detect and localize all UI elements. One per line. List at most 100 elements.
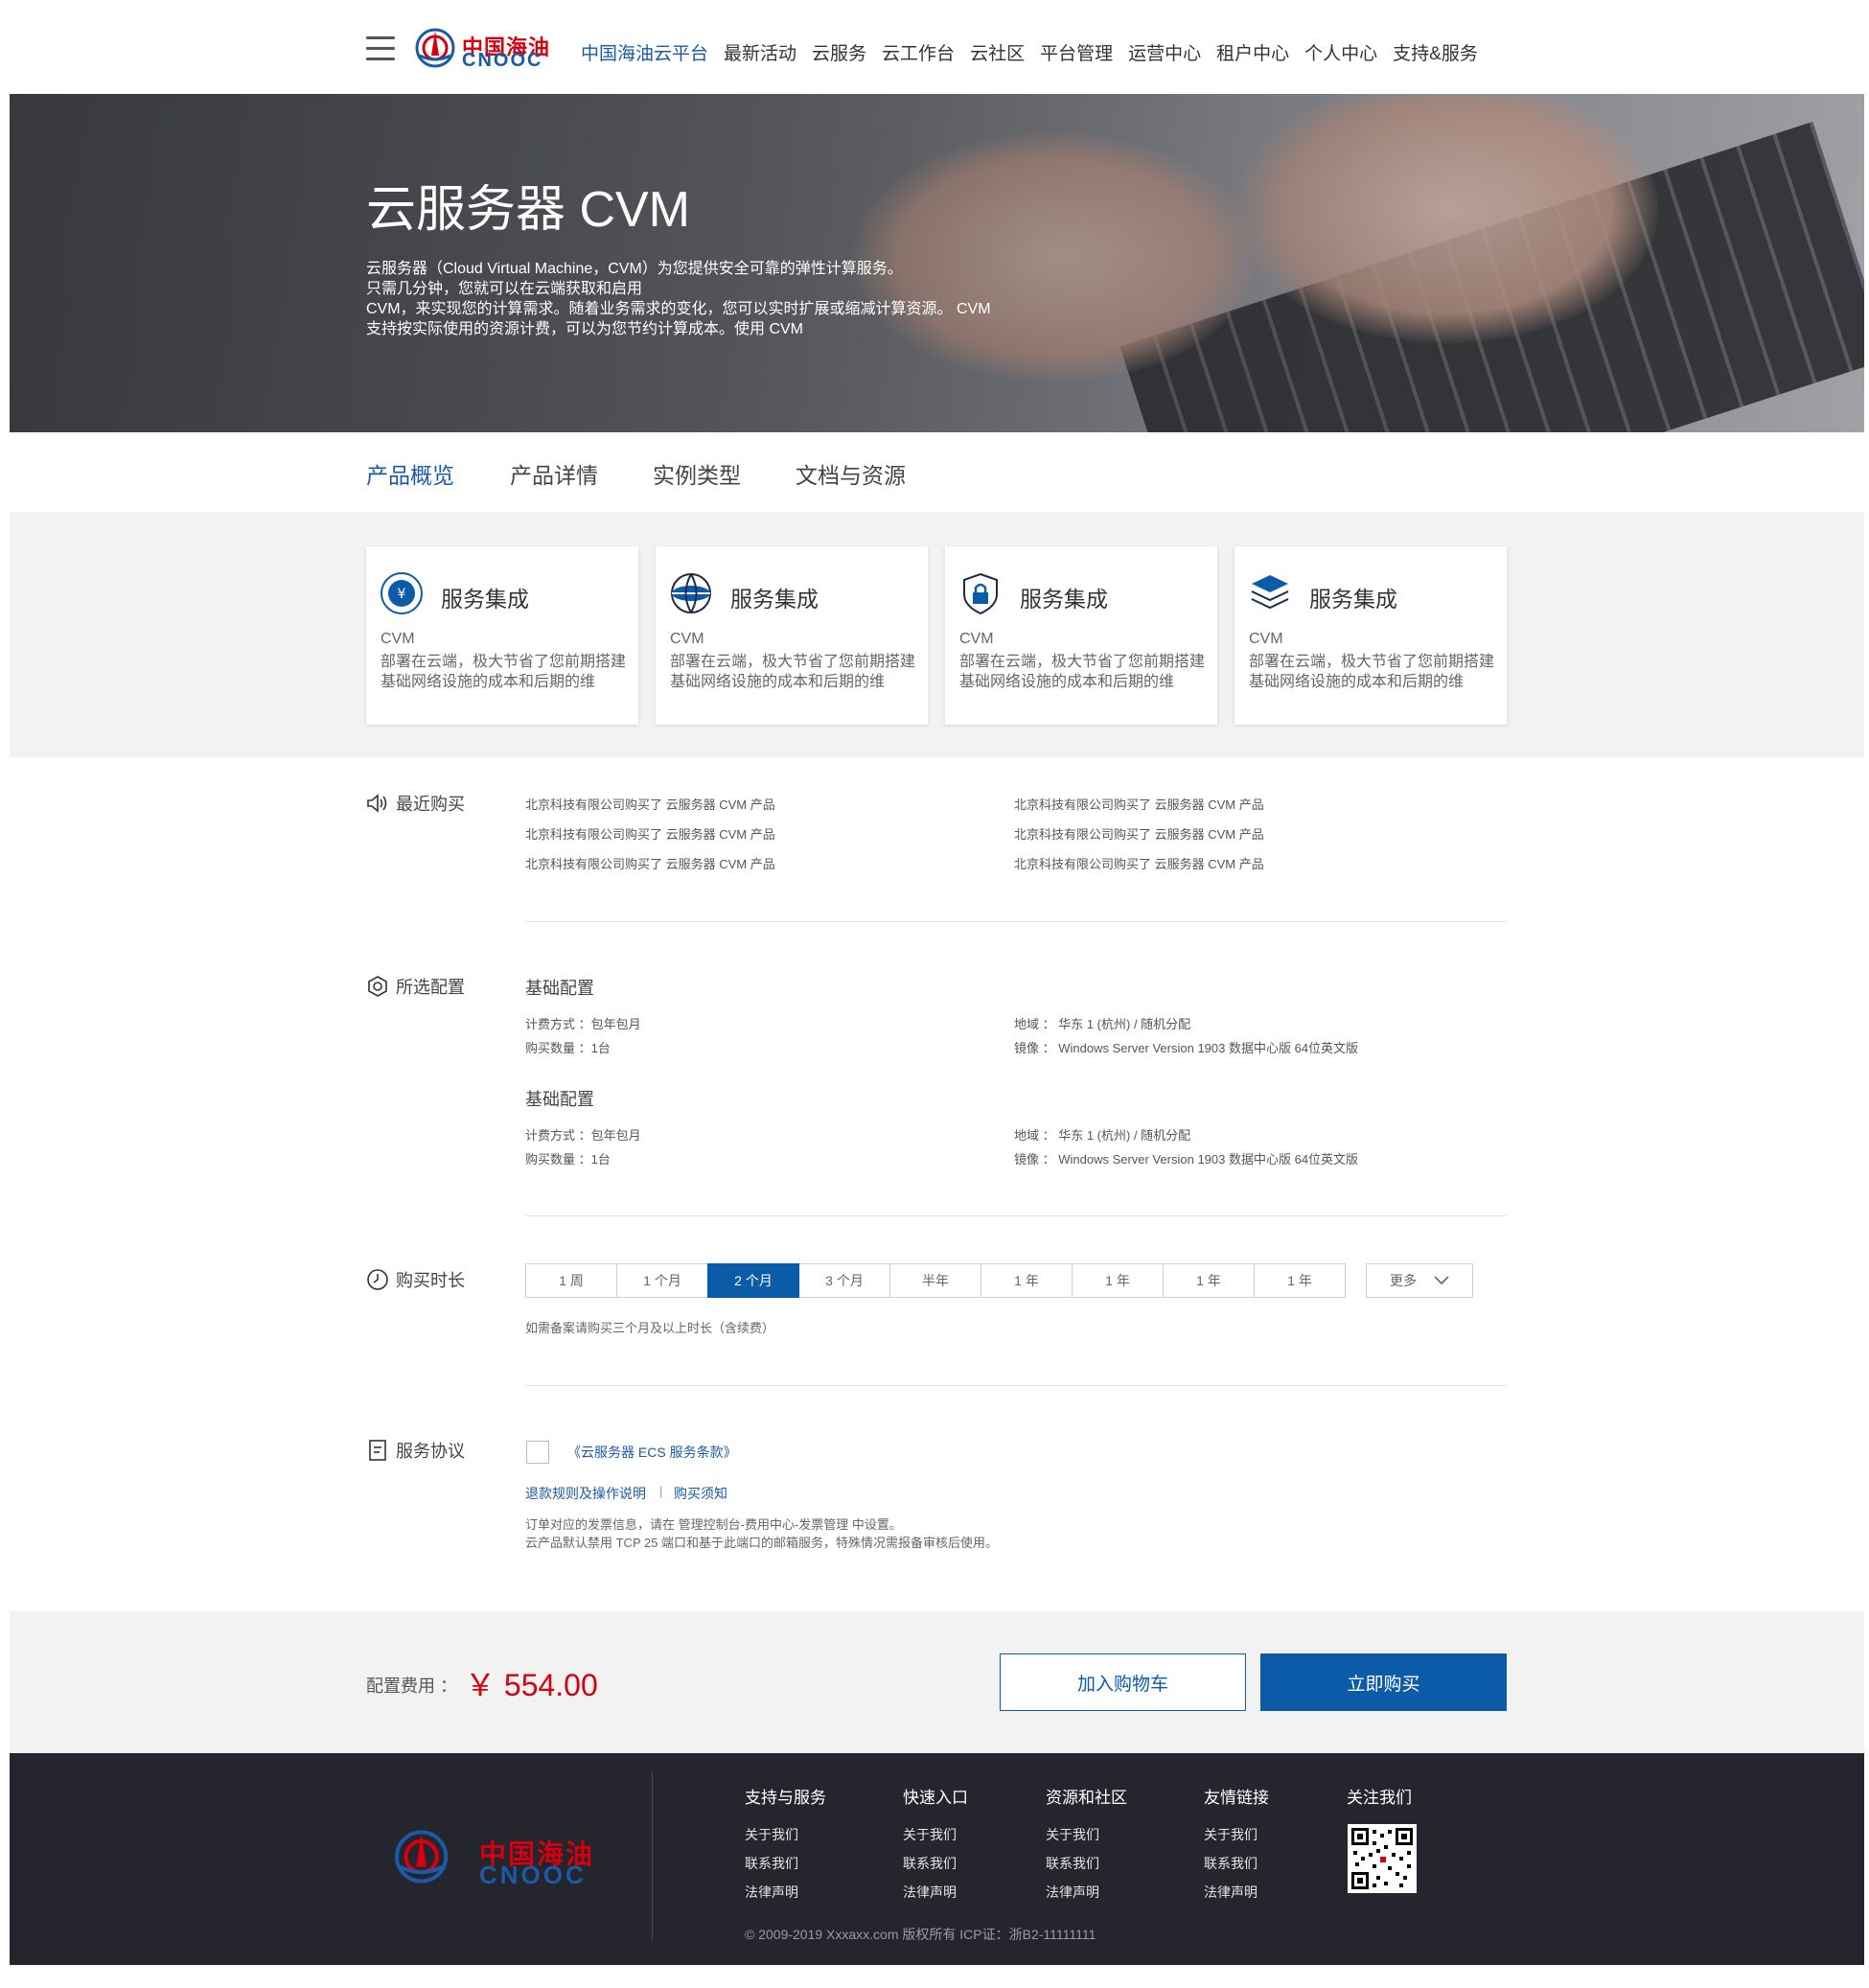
config-region: 地域 ： 华东 1 (杭州) / 随机分配	[1014, 1017, 1191, 1031]
footer-column: 友情链接 关于我们 联系我们 法律声明	[1204, 1784, 1269, 1911]
duration-option[interactable]: 半年	[889, 1263, 981, 1298]
add-to-cart-button[interactable]: 加入购物车	[1000, 1653, 1246, 1711]
product-tabs: 产品概览 产品详情 实例类型 文档与资源	[10, 432, 1864, 512]
port-notice: 云产品默认禁用 TCP 25 端口和基于此端口的邮箱服务，特殊情况需报备审核后使…	[525, 1536, 999, 1550]
terms-link[interactable]: 《云服务器 ECS 服务条款》	[567, 1443, 737, 1462]
footer-column: 资源和社区 关于我们 联系我们 法律声明	[1046, 1784, 1127, 1911]
feature-card: 服务集成 CVM 部署在云端，极大节省了您前期搭建基础网络设施的成本和后期的维	[1234, 546, 1507, 725]
tab-docs[interactable]: 文档与资源	[796, 457, 906, 490]
shield-lock-icon	[963, 572, 998, 615]
footer-column: 支持与服务 关于我们 联系我们 法律声明	[745, 1784, 826, 1911]
selected-config-title: 所选配置	[396, 978, 465, 997]
buy-now-button[interactable]: 立即购买	[1260, 1653, 1507, 1711]
follow-us-title: 关注我们	[1347, 1789, 1412, 1807]
config-image: 镜像 ： Windows Server Version 1903 数据中心版 6…	[1014, 1152, 1359, 1167]
site-footer: 中国海油 CNOOC 支持与服务 关于我们 联系我们 法律声明 快速入口 关于我…	[10, 1753, 1864, 1965]
nav-item-personal[interactable]: 个人中心	[1304, 39, 1377, 65]
hero-desc-line: 支持按实际使用的资源计费，可以为您节约计算成本。使用 CVM	[366, 321, 804, 337]
config-image: 镜像 ： Windows Server Version 1903 数据中心版 6…	[1014, 1041, 1359, 1055]
nav-item-platform[interactable]: 中国海油云平台	[581, 39, 708, 65]
duration-option[interactable]: 3 个月	[798, 1263, 890, 1298]
feature-description: 部署在云端，极大节省了您前期搭建基础网络设施的成本和后期的维	[1249, 654, 1495, 690]
link-separator: |	[659, 1484, 663, 1498]
invoice-notice: 订单对应的发票信息，请在 管理控制台-费用中心-发票管理 中设置。	[525, 1517, 902, 1532]
section-divider	[525, 1215, 1507, 1216]
nav-item-platform-admin[interactable]: 平台管理	[1040, 39, 1113, 65]
qr-code-icon	[1348, 1824, 1417, 1893]
footer-link[interactable]: 关于我们	[745, 1825, 826, 1844]
duration-option[interactable]: 1 年	[981, 1263, 1073, 1298]
footer-logo[interactable]: 中国海油 CNOOC	[393, 1826, 623, 1893]
agree-checkbox[interactable]	[526, 1441, 549, 1464]
footer-link[interactable]: 关于我们	[1046, 1825, 1127, 1844]
footer-link[interactable]: 联系我们	[1046, 1854, 1127, 1873]
hero-desc-line: 云服务器（Cloud Virtual Machine，CVM）为您提供安全可靠的…	[366, 261, 903, 277]
feature-card: 服务集成 CVM 部署在云端，极大节省了您前期搭建基础网络设施的成本和后期的维	[945, 546, 1217, 725]
footer-link[interactable]: 法律声明	[1046, 1883, 1127, 1902]
purchase-record: 北京科技有限公司购买了 云服务器 CVM 产品	[1014, 857, 1264, 871]
cnooc-logo[interactable]: 中国海油 CNOOC	[414, 27, 563, 71]
feature-description: 部署在云端，极大节省了您前期搭建基础网络设施的成本和后期的维	[670, 654, 916, 690]
copyright-text: © 2009-2019 Xxxaxx.com 版权所有 ICP证：浙B2-111…	[745, 1927, 1096, 1942]
purchase-record: 北京科技有限公司购买了 云服务器 CVM 产品	[525, 857, 775, 871]
duration-option[interactable]: 1 个月	[616, 1263, 708, 1298]
duration-option[interactable]: 1 年	[1254, 1263, 1346, 1298]
duration-option[interactable]: 1 周	[525, 1263, 617, 1298]
recent-purchase-label: 最近购买	[366, 791, 465, 816]
duration-more-dropdown[interactable]: 更多	[1366, 1263, 1473, 1298]
tab-instance-types[interactable]: 实例类型	[653, 457, 741, 490]
section-divider	[525, 1385, 1507, 1386]
purchase-notice-link[interactable]: 购买须知	[674, 1484, 727, 1503]
feature-card: 服务集成 CVM 部署在云端，极大节省了您前期搭建基础网络设施的成本和后期的维	[656, 546, 928, 725]
footer-column-title: 快速入口	[903, 1789, 968, 1807]
duration-option-selected[interactable]: 2 个月	[707, 1263, 799, 1298]
document-icon	[369, 1440, 386, 1461]
footer-link[interactable]: 法律声明	[745, 1883, 826, 1902]
feature-title: 服务集成	[441, 587, 529, 612]
duration-option[interactable]: 1 年	[1072, 1263, 1164, 1298]
nav-item-workbench[interactable]: 云工作台	[882, 39, 955, 65]
nav-item-community[interactable]: 云社区	[970, 39, 1025, 65]
nav-item-events[interactable]: 最新活动	[724, 39, 796, 65]
config-quantity: 购买数量 ：1台	[525, 1152, 611, 1167]
nav-item-tenant[interactable]: 租户中心	[1216, 39, 1289, 65]
duration-label: 购买时长	[366, 1267, 465, 1292]
clock-icon	[367, 1269, 388, 1290]
feature-subtitle: CVM	[670, 631, 704, 647]
tab-details[interactable]: 产品详情	[510, 457, 598, 490]
config-quantity: 购买数量 ：1台	[525, 1041, 611, 1055]
footer-link[interactable]: 联系我们	[1204, 1854, 1269, 1873]
feature-section: ¥ 服务集成 CVM 部署在云端，极大节省了您前期搭建基础网络设施的成本和后期的…	[10, 512, 1864, 757]
footer-column-title: 友情链接	[1204, 1789, 1269, 1807]
footer-link[interactable]: 关于我们	[1204, 1825, 1269, 1844]
hamburger-menu-icon[interactable]	[366, 36, 395, 61]
nav-item-cloud-services[interactable]: 云服务	[812, 39, 866, 65]
footer-link[interactable]: 法律声明	[903, 1883, 968, 1902]
duration-more-label: 更多	[1390, 1273, 1417, 1288]
footer-column-follow: 关注我们	[1347, 1784, 1412, 1825]
refund-rules-link[interactable]: 退款规则及操作说明	[525, 1484, 646, 1503]
feature-title: 服务集成	[1309, 587, 1397, 612]
purchase-record: 北京科技有限公司购买了 云服务器 CVM 产品	[1014, 798, 1264, 812]
recent-purchase-title: 最近购买	[396, 795, 465, 814]
agreement-title: 服务协议	[396, 1442, 465, 1461]
footer-column-title: 资源和社区	[1046, 1789, 1127, 1807]
footer-link[interactable]: 法律声明	[1204, 1883, 1269, 1902]
hero-desc-line: 只需几分钟，您就可以在云端获取和启用	[366, 281, 643, 297]
hero-banner: 云服务器 CVM 云服务器（Cloud Virtual Machine，CVM）…	[10, 94, 1864, 432]
footer-link[interactable]: 关于我们	[903, 1825, 968, 1844]
nav-item-support[interactable]: 支持&服务	[1393, 39, 1478, 65]
svg-text:¥: ¥	[398, 587, 406, 602]
duration-option[interactable]: 1 年	[1163, 1263, 1255, 1298]
layers-icon	[1251, 575, 1289, 610]
footer-link[interactable]: 联系我们	[745, 1854, 826, 1873]
duration-title: 购买时长	[396, 1271, 465, 1290]
tab-overview[interactable]: 产品概览	[366, 457, 454, 490]
page-title: 云服务器 CVM	[366, 182, 691, 238]
purchase-record: 北京科技有限公司购买了 云服务器 CVM 产品	[525, 827, 775, 842]
nav-item-operations[interactable]: 运营中心	[1128, 39, 1201, 65]
footer-column-title: 支持与服务	[745, 1789, 826, 1807]
hero-desc-line: CVM，来实现您的计算需求。随着业务需求的变化，您可以实时扩展或缩减计算资源。 …	[366, 301, 991, 317]
footer-link[interactable]: 联系我们	[903, 1854, 968, 1873]
agreement-label: 服务协议	[366, 1438, 465, 1463]
